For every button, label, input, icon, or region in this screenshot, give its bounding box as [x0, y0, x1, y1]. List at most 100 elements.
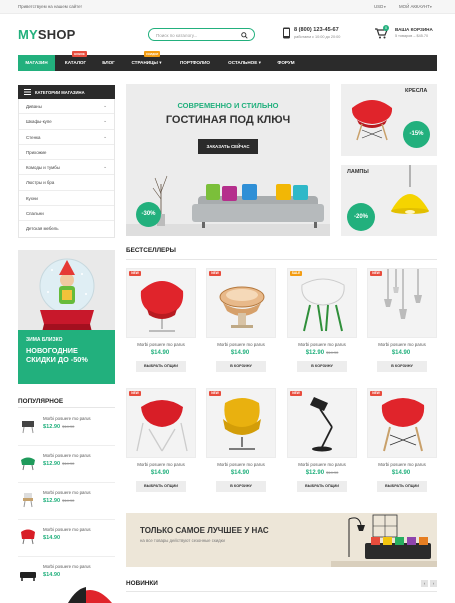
living-room-illustration [331, 514, 437, 567]
chevron-down-icon: ⌄ [103, 103, 107, 108]
next-arrow-icon[interactable]: › [430, 580, 437, 587]
popular-title: ПОПУЛЯРНОЕ [18, 398, 64, 405]
new-arrivals-title: НОВИНКИ [126, 580, 158, 587]
account-menu[interactable]: МОЙ АККАУНТ [399, 4, 430, 9]
product-price: $14.90 [391, 469, 411, 476]
wide-banner[interactable]: ТОЛЬКО САМОЕ ЛУЧШЕЕ У НАС на все товары … [126, 513, 437, 567]
new-flag: Новое [72, 51, 87, 57]
category-item[interactable]: Люстры и бра [19, 175, 114, 191]
product-image[interactable] [126, 268, 196, 338]
category-item[interactable]: Кухни [19, 191, 114, 207]
green-chair-thumb-icon [21, 457, 35, 471]
category-item[interactable]: Шкафы-купе ⌄ [19, 114, 114, 130]
product-name[interactable]: Morbi posuere mo parus [287, 342, 357, 347]
hero-banner[interactable]: СОВРЕМЕННО И СТИЛЬНО ГОСТИНАЯ ПОД КЛЮЧ З… [126, 84, 330, 236]
white-chair-icon [301, 278, 345, 332]
add-to-cart-button[interactable]: В КОРЗИНУ [216, 361, 266, 372]
nav-item-other[interactable]: Остальное ▾ [221, 55, 268, 71]
product-name[interactable]: Morbi posuere mo parus [126, 342, 196, 347]
category-item[interactable]: Стенка ⌄ [19, 130, 114, 145]
new-badge: NEW [370, 391, 382, 396]
nav-item-catalog[interactable]: Каталог Новое [58, 51, 93, 71]
black-sofa-thumb-icon [20, 572, 36, 581]
add-to-cart-button[interactable]: В КОРЗИНУ [297, 361, 347, 372]
chevron-down-icon: ⌄ [103, 133, 107, 139]
product-image[interactable] [206, 388, 276, 458]
bowl-icon [219, 286, 265, 328]
product-name[interactable]: Morbi posuere mo parus [367, 462, 437, 467]
search-input[interactable]: Поиск по каталогу... [156, 33, 197, 38]
category-item[interactable]: Детская мебель [19, 221, 114, 236]
currency-selector[interactable]: USD [374, 4, 383, 9]
product-name[interactable]: Morbi posuere mo parus [287, 462, 357, 467]
discount-badge: -20% [347, 203, 375, 231]
main-nav: Магазин Каталог Новое Блог Страницы ▾ Скид… [18, 51, 437, 71]
product-image[interactable] [126, 388, 196, 458]
order-now-button[interactable]: ЗАКАЗАТЬ СЕЙЧАС [198, 139, 258, 154]
chair-thumb-icon [22, 421, 34, 434]
hero-subtitle: СОВРЕМЕННО И СТИЛЬНО [177, 101, 279, 110]
add-to-cart-button[interactable]: В КОРЗИНУ [377, 361, 427, 372]
list-item[interactable]: Morbi posuere mo parus $14.90 [18, 520, 115, 557]
product-price: $14.90 [150, 349, 170, 356]
category-item[interactable]: Спальни [19, 206, 114, 222]
lamps-banner[interactable]: ЛАМПЫ -20% [341, 165, 437, 236]
product-image[interactable] [367, 388, 437, 458]
bestsellers-title: БЕСТСЕЛЛЕРЫ [126, 247, 176, 254]
product-price: $14.90 [150, 469, 170, 476]
category-item[interactable]: Диваны ⌄ [19, 99, 114, 115]
product-name[interactable]: Morbi posuere mo parus [206, 462, 276, 467]
select-options-button[interactable]: ВЫБРАТЬ ОПЦИИ [136, 481, 186, 492]
promo-banner[interactable]: ЗИМА БЛИЗКО НОВОГОДНИЕ СКИДКИ ДО -50% [18, 250, 115, 384]
chevron-down-icon: ▾ [384, 5, 386, 9]
chevron-down-icon: ▾ [159, 60, 162, 65]
sidebar-title: Категории магазина [35, 89, 85, 95]
select-options-button[interactable]: ВЫБРАТЬ ОПЦИИ [377, 481, 427, 492]
select-options-button[interactable]: ВЫБРАТЬ ОПЦИИ [136, 361, 186, 372]
desk-lamp-icon [310, 397, 333, 452]
list-item[interactable]: Morbi posuere mo parus $12.90 $14.90 [18, 409, 115, 446]
site-logo[interactable]: MYSHOP [18, 27, 76, 42]
nav-item-portfolio[interactable]: Портфолио [171, 55, 219, 71]
new-badge: NEW [209, 271, 221, 276]
divider [18, 407, 115, 408]
nav-item-shop[interactable]: Магазин [18, 55, 55, 71]
pendant-lamps-icon [384, 269, 422, 319]
phone-number[interactable]: 8 (800) 123-45-67 [294, 27, 339, 33]
prev-arrow-icon[interactable]: ‹ [421, 580, 428, 587]
product-image[interactable] [287, 388, 357, 458]
search-box[interactable]: Поиск по каталогу... [148, 28, 255, 41]
add-to-cart-button[interactable]: В КОРЗИНУ [216, 481, 266, 492]
snow-globe-illustration [39, 258, 95, 332]
product-name[interactable]: Morbi posuere mo parus [206, 342, 276, 347]
red-eames-chair-icon [381, 398, 425, 452]
product-price: $14.90 [391, 349, 411, 356]
product-name[interactable]: Morbi posuere mo parus [367, 342, 437, 347]
product-image[interactable] [206, 268, 276, 338]
search-icon[interactable] [241, 31, 248, 39]
product-price: $14.90 [230, 469, 250, 476]
menu-icon [24, 89, 31, 95]
select-options-button[interactable]: ВЫБРАТЬ ОПЦИИ [297, 481, 347, 492]
promo-caption: ЗИМА БЛИЗКО НОВОГОДНИЕ СКИДКИ ДО -50% [18, 330, 115, 384]
sidebar-header[interactable]: Категории магазина [18, 85, 115, 99]
nav-item-forum[interactable]: Форум [270, 55, 302, 71]
sofa-illustration [126, 175, 330, 236]
promo-line2: НОВОГОДНИЕ [26, 346, 78, 355]
list-item[interactable]: Morbi posuere mo parus $12.90 $14.90 [18, 446, 115, 483]
product-image[interactable] [367, 268, 437, 338]
category-item[interactable]: Прихожие [19, 145, 114, 161]
working-hours: работаем с 10:00 до 20:00 [294, 35, 341, 39]
cart-count-badge: 0 [383, 25, 389, 31]
product-image[interactable] [287, 268, 357, 338]
product-name[interactable]: Morbi posuere mo parus [126, 462, 196, 467]
nav-item-pages[interactable]: Страницы ▾ Скидки [124, 51, 169, 71]
category-item[interactable]: Комоды и тумбы ⌄ [19, 160, 114, 176]
chevron-down-icon: ▾ [258, 60, 261, 65]
armchairs-banner[interactable]: КРЕСЛА -15% [341, 84, 437, 156]
nav-item-blog[interactable]: Блог [95, 55, 122, 71]
divider [126, 259, 437, 260]
list-item[interactable]: Morbi posuere mo parus $12.90 $14.90 [18, 483, 115, 520]
popular-list: Morbi posuere mo parus $12.90 $14.90 Morb… [18, 409, 115, 594]
new-badge: NEW [370, 271, 382, 276]
